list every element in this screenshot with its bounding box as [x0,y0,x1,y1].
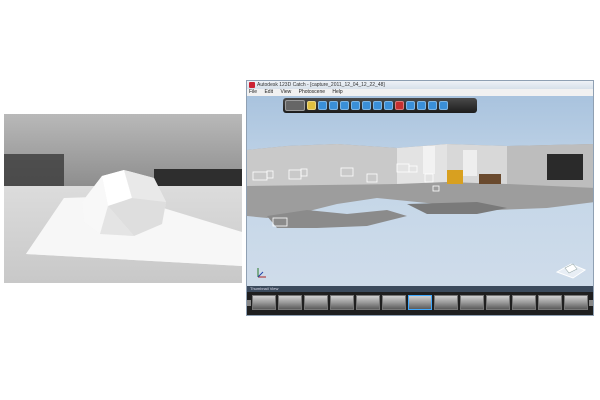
navigation-cube-icon[interactable] [553,258,589,280]
title-bar: Autodesk 123D Catch - [capture_2011_12_0… [247,81,593,89]
thumbnail-list [252,295,588,310]
filmstrip-thumbnail[interactable] [382,295,406,310]
mesh-icon[interactable] [373,101,382,110]
filmstrip-thumbnail[interactable] [434,295,458,310]
filmstrip-header: Thumbnail View [247,286,593,292]
filmstrip-thumbnail[interactable] [408,295,432,310]
orbit-icon[interactable] [307,101,316,110]
filmstrip-thumbnail[interactable] [538,295,562,310]
object-photo [4,114,242,283]
video-icon[interactable] [395,101,404,110]
filmstrip-thumbnail[interactable] [512,295,536,310]
zoom-icon[interactable] [340,101,349,110]
capture-icon[interactable] [285,100,305,111]
filmstrip-panel: Thumbnail View [247,286,593,315]
filmstrip-thumbnail[interactable] [252,295,276,310]
paint-icon[interactable] [417,101,426,110]
3d-viewport[interactable] [247,96,593,286]
menu-bar: File Edit View Photoscene Help [247,89,593,96]
photo-paper-and-rock [26,170,242,266]
menu-photoscene[interactable]: Photoscene [299,89,325,95]
filmstrip-thumbnail[interactable] [486,295,510,310]
export-icon[interactable] [384,101,393,110]
app-logo-icon [249,82,255,88]
fit-icon[interactable] [351,101,360,110]
photoscene-panorama[interactable] [247,144,594,244]
filmstrip-right-arrow-icon[interactable] [589,300,593,306]
app-window: Autodesk 123D Catch - [capture_2011_12_0… [246,80,594,316]
pan-icon[interactable] [318,101,327,110]
filmstrip-thumbnail[interactable] [460,295,484,310]
filmstrip-left-arrow-icon[interactable] [247,300,251,306]
filmstrip-thumbnail[interactable] [278,295,302,310]
settings-icon[interactable] [428,101,437,110]
camera-icon[interactable] [329,101,338,110]
menu-help[interactable]: Help [332,89,342,95]
main-toolbar [283,98,477,113]
filmstrip-thumbnail[interactable] [330,295,354,310]
axis-triad-icon [257,268,266,278]
select-icon[interactable] [362,101,371,110]
menu-view[interactable]: View [280,89,291,95]
menu-edit[interactable]: Edit [264,89,273,95]
filmstrip-thumbnail[interactable] [356,295,380,310]
share-icon[interactable] [439,101,448,110]
filmstrip-thumbnail[interactable] [564,295,588,310]
filmstrip-thumbnail[interactable] [304,295,328,310]
menu-file[interactable]: File [249,89,257,95]
ruler-icon[interactable] [406,101,415,110]
window-title: Autodesk 123D Catch - [capture_2011_12_0… [257,82,385,88]
